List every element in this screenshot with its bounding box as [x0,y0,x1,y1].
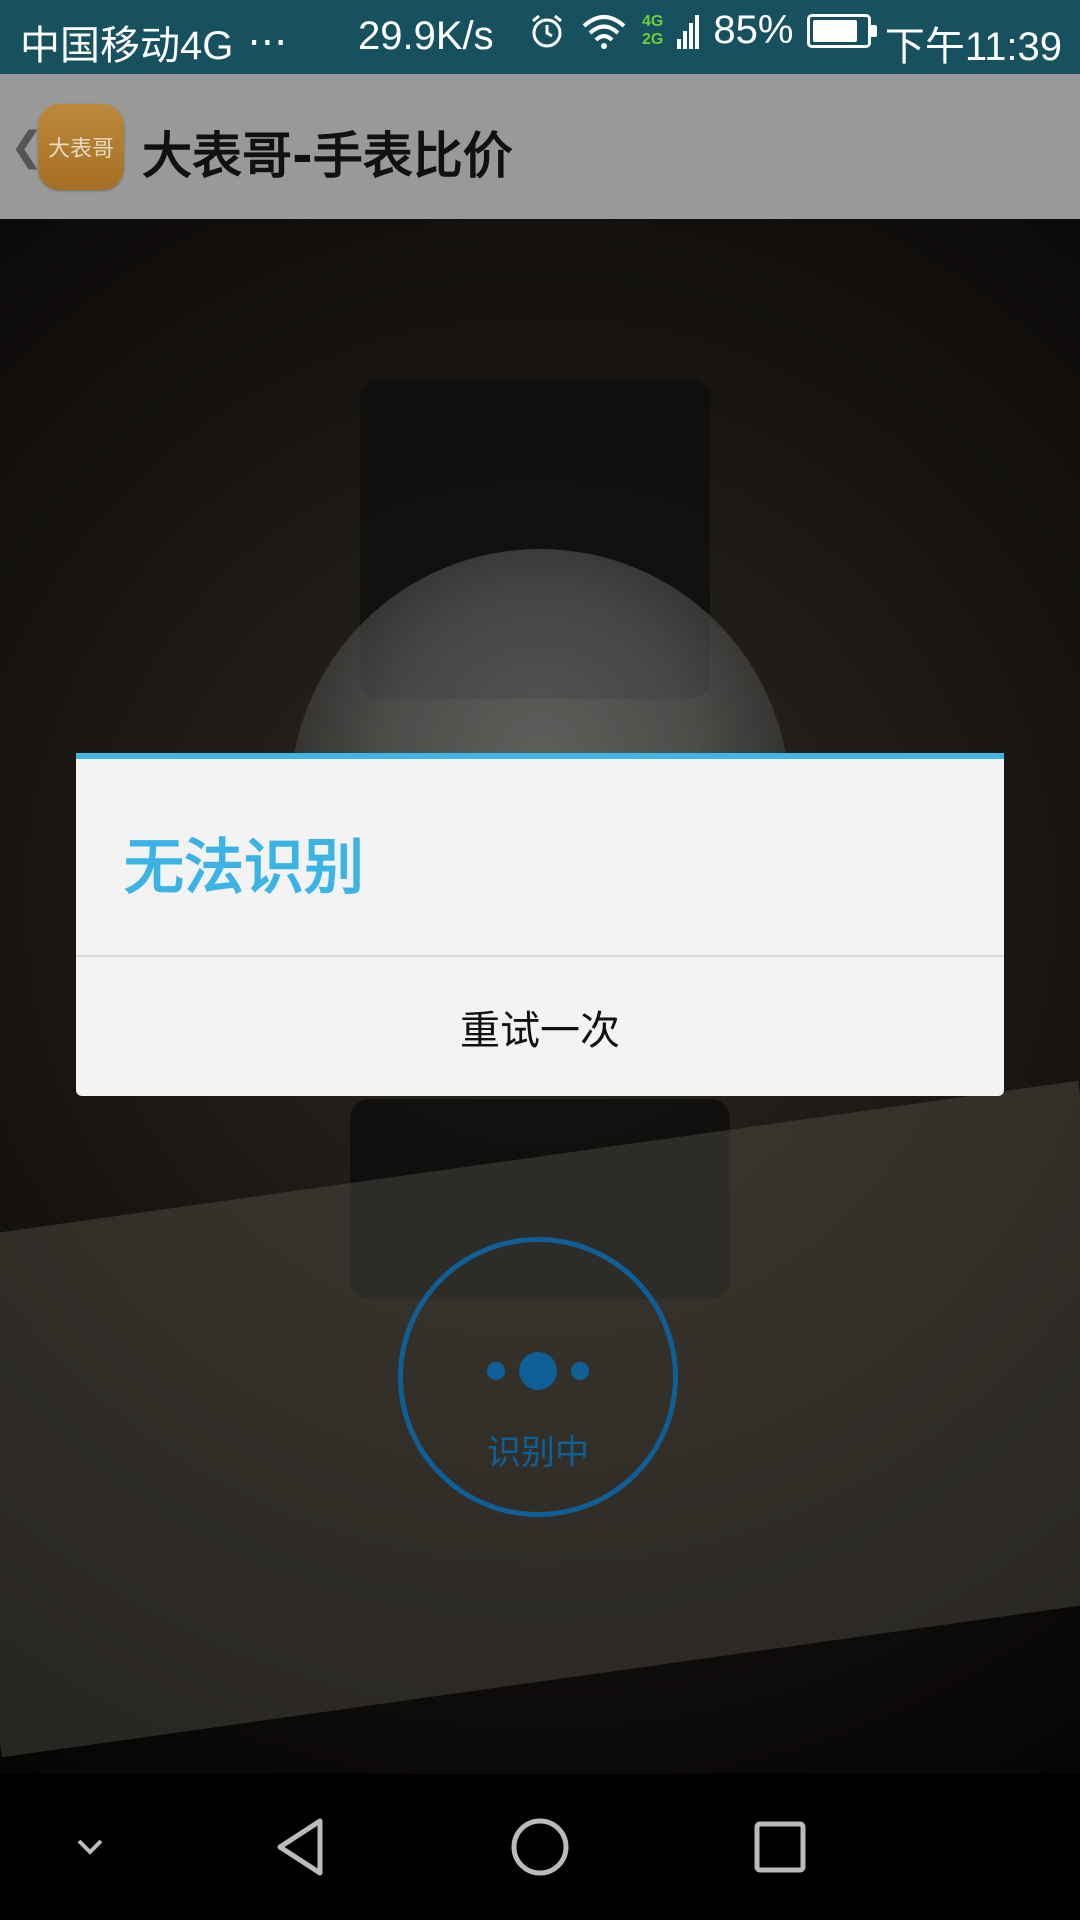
loading-dots [403,1352,673,1390]
back-triangle-icon [277,1818,323,1876]
app-bar: ❮ 大表哥 大表哥-手表比价 [0,74,1080,219]
more-notifications-icon: ⋯ [247,20,288,64]
status-left: 中国移动4G ⋯ [20,13,287,71]
status-icons: 4G 2G 85% [528,8,878,53]
alarm-icon [532,14,562,47]
recents-square-icon [754,1821,806,1873]
app-logo-text: 大表哥 [47,137,114,162]
loading-dot [487,1362,505,1380]
network-speed: 29.9K/s [358,14,494,58]
recognition-failed-dialog: 无法识别 重试一次 [76,753,1004,1096]
hide-nav-button[interactable] [50,1774,130,1920]
carrier-label: 中国移动4G [20,24,234,68]
scan-status-label: 识别中 [487,1433,589,1473]
battery-fill [813,19,858,42]
wifi-icon [582,14,626,49]
dialog-title: 无法识别 [124,833,364,903]
network-type: 4G 2G [642,13,663,49]
scan-button[interactable]: 识别中 [398,1237,678,1517]
clock: 下午11:39 [884,25,1062,69]
signal-icon [677,14,700,49]
chevron-down-icon [77,1839,103,1855]
recents-button[interactable] [740,1774,820,1920]
status-bar: 中国移动4G ⋯ 29.9K/s 4G 2G 85% 下午11:39 [0,0,1080,74]
page-title: 大表哥-手表比价 [142,127,513,185]
loading-dot [571,1362,589,1380]
battery-percent: 85% [713,8,794,52]
app-logo[interactable]: 大表哥 [38,104,124,190]
navigation-bar [0,1774,1080,1920]
back-button[interactable] [255,1774,345,1920]
network-type-top: 4G [642,12,664,30]
network-type-bottom: 2G [642,30,664,48]
loading-dot [519,1352,557,1390]
home-circle-icon [511,1818,569,1876]
home-button[interactable] [500,1774,580,1920]
retry-button[interactable]: 重试一次 [76,957,1004,1096]
battery-icon [807,13,878,48]
